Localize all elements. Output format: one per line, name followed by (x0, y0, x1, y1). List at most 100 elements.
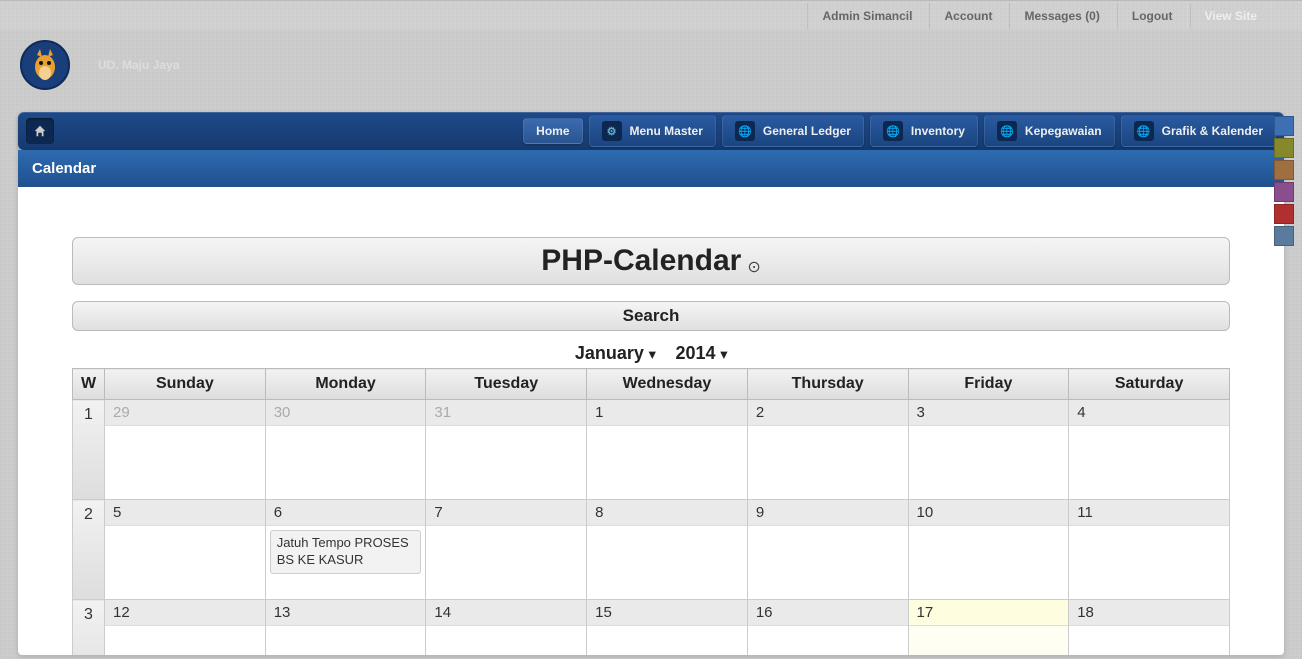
day-header: Tuesday (426, 369, 587, 400)
section-title: Calendar (18, 150, 1284, 187)
week-number: 1 (73, 400, 105, 500)
day-header: Thursday (747, 369, 908, 400)
calendar-day-cell[interactable]: 17 (908, 600, 1069, 656)
day-number: 3 (909, 400, 1069, 426)
day-number: 30 (266, 400, 426, 426)
calendar-day-cell[interactable]: 16 (747, 600, 908, 656)
calendar-table: W Sunday Monday Tuesday Wednesday Thursd… (72, 368, 1230, 655)
theme-color-swatch[interactable] (1274, 116, 1294, 136)
day-number: 9 (748, 500, 908, 526)
nav-grafik[interactable]: 🌐 Grafik & Kalender (1121, 115, 1276, 147)
day-number: 7 (426, 500, 586, 526)
top-utility-bar: Admin Simancil Account Messages (0) Logo… (0, 0, 1302, 30)
day-number: 29 (105, 400, 265, 426)
theme-color-picker (1274, 116, 1298, 246)
day-number: 2 (748, 400, 908, 426)
header: UD. Maju Jaya (0, 30, 1302, 100)
calendar-day-cell[interactable]: 1 (587, 400, 748, 500)
gear-icon: ⚙ (602, 121, 622, 141)
day-header: Friday (908, 369, 1069, 400)
day-header: Sunday (105, 369, 266, 400)
account-link[interactable]: Account (929, 3, 1007, 29)
year-dropdown-icon[interactable]: ▾ (721, 346, 728, 361)
day-number: 8 (587, 500, 747, 526)
nav-kepegawaian[interactable]: 🌐 Kepegawaian (984, 115, 1115, 147)
org-name: UD. Maju Jaya (98, 58, 179, 72)
admin-link[interactable]: Admin Simancil (807, 3, 927, 29)
day-number: 4 (1069, 400, 1229, 426)
nav-grafik-label: Grafik & Kalender (1162, 124, 1263, 138)
nav-general-ledger[interactable]: 🌐 General Ledger (722, 115, 864, 147)
calendar-day-cell[interactable]: 5 (105, 500, 266, 600)
calendar-options-icon[interactable]: ⊙ (747, 259, 760, 276)
day-number: 14 (426, 600, 586, 626)
nav-inventory-label: Inventory (911, 124, 965, 138)
month-label: January (575, 343, 644, 363)
theme-color-swatch[interactable] (1274, 160, 1294, 180)
calendar-day-cell[interactable]: 29 (105, 400, 266, 500)
theme-color-swatch[interactable] (1274, 182, 1294, 202)
nav-menu-master[interactable]: ⚙ Menu Master (589, 115, 716, 147)
day-number: 1 (587, 400, 747, 426)
globe-icon: 🌐 (1134, 121, 1154, 141)
calendar-week-row: 312131415161718 (73, 600, 1230, 656)
week-header: W (73, 369, 105, 400)
day-number: 6 (266, 500, 426, 526)
year-label: 2014 (676, 343, 716, 363)
calendar-title-bar: PHP-Calendar ⊙ (72, 237, 1230, 285)
calendar-day-cell[interactable]: 4 (1069, 400, 1230, 500)
calendar-day-cell[interactable]: 10 (908, 500, 1069, 600)
messages-link[interactable]: Messages (0) (1009, 3, 1114, 29)
home-icon-button[interactable] (26, 118, 54, 144)
calendar-title: PHP-Calendar (541, 244, 741, 277)
calendar-day-cell[interactable]: 30 (265, 400, 426, 500)
calendar-day-cell[interactable]: 3 (908, 400, 1069, 500)
week-number: 2 (73, 500, 105, 600)
content-body: PHP-Calendar ⊙ Search January ▾ 2014 ▾ W … (18, 187, 1284, 655)
day-number: 17 (909, 600, 1069, 626)
search-button[interactable]: Search (72, 301, 1230, 331)
main-navbar: Home ⚙ Menu Master 🌐 General Ledger 🌐 In… (18, 112, 1284, 150)
calendar-day-cell[interactable]: 15 (587, 600, 748, 656)
nav-menu-master-label: Menu Master (630, 124, 703, 138)
nav-home-label: Home (536, 124, 569, 138)
logout-link[interactable]: Logout (1117, 3, 1188, 29)
calendar-day-cell[interactable]: 7 (426, 500, 587, 600)
calendar-day-cell[interactable]: 12 (105, 600, 266, 656)
calendar-day-cell[interactable]: 9 (747, 500, 908, 600)
day-header: Wednesday (587, 369, 748, 400)
calendar-day-cell[interactable]: 8 (587, 500, 748, 600)
calendar-day-cell[interactable]: 2 (747, 400, 908, 500)
nav-inventory[interactable]: 🌐 Inventory (870, 115, 978, 147)
day-number: 13 (266, 600, 426, 626)
calendar-day-cell[interactable]: 18 (1069, 600, 1230, 656)
calendar-header-row: W Sunday Monday Tuesday Wednesday Thursd… (73, 369, 1230, 400)
theme-color-swatch[interactable] (1274, 226, 1294, 246)
month-dropdown-icon[interactable]: ▾ (649, 346, 656, 361)
globe-icon: 🌐 (735, 121, 755, 141)
calendar-day-cell[interactable]: 6 Jatuh Tempo PROSES BS KE KASUR (265, 500, 426, 600)
globe-icon: 🌐 (997, 121, 1017, 141)
calendar-day-cell[interactable]: 11 (1069, 500, 1230, 600)
calendar-event[interactable]: Jatuh Tempo PROSES BS KE KASUR (270, 530, 422, 574)
theme-color-swatch[interactable] (1274, 138, 1294, 158)
month-navigation: January ▾ 2014 ▾ (72, 339, 1230, 368)
week-number: 3 (73, 600, 105, 656)
day-number: 31 (426, 400, 586, 426)
calendar-week-row: 256 Jatuh Tempo PROSES BS KE KASUR7891011 (73, 500, 1230, 600)
day-number: 10 (909, 500, 1069, 526)
calendar-day-cell[interactable]: 31 (426, 400, 587, 500)
day-number: 12 (105, 600, 265, 626)
day-number: 15 (587, 600, 747, 626)
view-site-link[interactable]: View Site (1190, 3, 1272, 29)
day-header: Monday (265, 369, 426, 400)
calendar-day-cell[interactable]: 14 (426, 600, 587, 656)
day-number: 5 (105, 500, 265, 526)
day-header: Saturday (1069, 369, 1230, 400)
logo-icon (20, 40, 70, 90)
calendar-week-row: 12930311234 (73, 400, 1230, 500)
day-number: 11 (1069, 500, 1229, 526)
calendar-day-cell[interactable]: 13 (265, 600, 426, 656)
theme-color-swatch[interactable] (1274, 204, 1294, 224)
nav-home[interactable]: Home (523, 118, 582, 144)
